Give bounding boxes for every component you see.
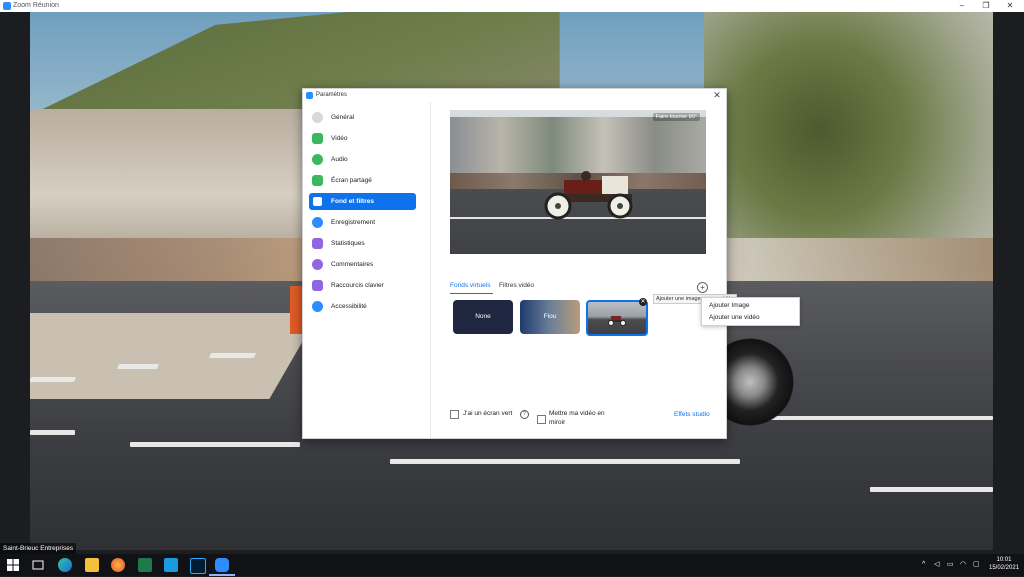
- task-view-icon[interactable]: [31, 558, 45, 572]
- road-stripe: [870, 487, 993, 492]
- minimize-icon[interactable]: –: [951, 0, 973, 12]
- add-background-button[interactable]: +: [697, 282, 708, 293]
- help-icon[interactable]: ?: [520, 410, 529, 419]
- gear-icon: [312, 112, 323, 123]
- settings-title: Paramètres: [316, 92, 348, 98]
- video-preview: Faire tourner 90°: [450, 110, 706, 254]
- nav-item-general[interactable]: Général: [309, 109, 416, 126]
- mirror-video-label: Mettre ma vidéo en: [549, 410, 605, 417]
- clock-time: 10:01: [996, 557, 1012, 563]
- green-screen-checkbox[interactable]: [450, 410, 459, 419]
- close-settings-icon[interactable]: ✕: [711, 89, 723, 102]
- file-explorer-icon[interactable]: [85, 558, 99, 572]
- nav-item-screen-share[interactable]: Écran partagé: [309, 172, 416, 189]
- road-stripe: [30, 430, 75, 435]
- vintage-car-image: [544, 171, 633, 220]
- app-title: Zoom Réunion: [13, 2, 59, 9]
- settings-dialog: Paramètres ✕ Général Vidéo Audio Écran p…: [302, 88, 737, 439]
- feedback-icon: [312, 259, 323, 270]
- tab-video-filters[interactable]: Filtres vidéo: [499, 282, 534, 289]
- nav-item-recording[interactable]: Enregistrement: [309, 214, 416, 231]
- bar-chart-icon: [312, 238, 323, 249]
- system-clock[interactable]: 10:01 15/02/2021: [989, 556, 1019, 572]
- zoom-app-icon: [3, 2, 11, 10]
- menu-item-add-video[interactable]: Ajouter une vidéo: [709, 314, 760, 321]
- screen-share-icon: [312, 175, 323, 186]
- accessibility-icon: [312, 301, 323, 312]
- studio-effects-link[interactable]: Effets studio: [674, 411, 710, 418]
- road-stripe: [116, 364, 160, 369]
- firefox-icon[interactable]: [111, 558, 125, 572]
- settings-sidebar: Général Vidéo Audio Écran partagé Fond e…: [303, 102, 431, 438]
- nav-item-accessibility[interactable]: Accessibilité: [309, 298, 416, 315]
- rotate-90-button[interactable]: Faire tourner 90°: [652, 113, 700, 121]
- road-stripe: [30, 377, 77, 382]
- nav-item-statistics[interactable]: Statistiques: [309, 235, 416, 252]
- nav-item-background-filters[interactable]: Fond et filtres: [309, 193, 416, 210]
- notification-icon[interactable]: ▢: [973, 554, 980, 576]
- clock-date: 15/02/2021: [989, 565, 1020, 571]
- car-thumbnail-icon: [608, 316, 626, 326]
- nav-item-video[interactable]: Vidéo: [309, 130, 416, 147]
- road-stripe: [208, 353, 257, 358]
- record-icon: [312, 217, 323, 228]
- mirror-video-checkbox[interactable]: [537, 415, 546, 424]
- edge-browser-icon[interactable]: [58, 558, 72, 572]
- settings-titlebar: Paramètres ✕: [303, 89, 726, 102]
- person-background-icon: [313, 197, 322, 206]
- mirror-video-label-2: miroir: [549, 419, 566, 426]
- background-blur[interactable]: Flou: [520, 300, 580, 334]
- green-screen-label: J'ai un écran vert: [463, 410, 513, 417]
- video-sidewalk: [30, 313, 319, 400]
- road-stripe: [390, 459, 740, 464]
- battery-icon[interactable]: ▭: [947, 554, 954, 576]
- nav-item-audio[interactable]: Audio: [309, 151, 416, 168]
- nav-item-keyboard-shortcuts[interactable]: Raccourcis clavier: [309, 277, 416, 294]
- video-camera-icon: [312, 133, 323, 144]
- background-custom-image[interactable]: [586, 300, 648, 336]
- traffic-barrier: [290, 286, 302, 334]
- remove-background-icon[interactable]: ✕: [639, 298, 647, 306]
- zoom-icon: [306, 92, 313, 99]
- background-none[interactable]: None: [453, 300, 513, 334]
- menu-item-add-image[interactable]: Ajouter Image: [709, 302, 749, 309]
- headphones-icon: [312, 154, 323, 165]
- maximize-icon[interactable]: ❐: [975, 0, 997, 12]
- add-context-menu: Ajouter Image Ajouter une vidéo: [701, 297, 800, 326]
- active-tab-underline: [450, 293, 493, 294]
- app-titlebar: Zoom Réunion – ❐ ✕: [0, 0, 1024, 12]
- chevron-up-icon[interactable]: ^: [922, 554, 925, 576]
- wifi-icon[interactable]: ◠: [960, 554, 966, 576]
- participant-name-label: Saint-Brieuc Entreprises: [0, 543, 77, 554]
- zoom-taskbar-icon[interactable]: [215, 558, 229, 572]
- skype-icon[interactable]: [164, 558, 178, 572]
- tab-virtual-backgrounds[interactable]: Fonds virtuels: [450, 282, 490, 289]
- windows-taskbar: ^ ◁ ▭ ◠ ▢ 10:01 15/02/2021: [0, 554, 1024, 576]
- nav-item-feedback[interactable]: Commentaires: [309, 256, 416, 273]
- close-window-icon[interactable]: ✕: [999, 0, 1021, 12]
- keyboard-icon: [312, 280, 323, 291]
- publisher-icon[interactable]: [138, 558, 152, 572]
- windows-start-icon[interactable]: [6, 558, 20, 572]
- road-stripe: [130, 442, 300, 447]
- photoshop-icon[interactable]: [190, 558, 206, 574]
- volume-icon[interactable]: ◁: [934, 554, 939, 576]
